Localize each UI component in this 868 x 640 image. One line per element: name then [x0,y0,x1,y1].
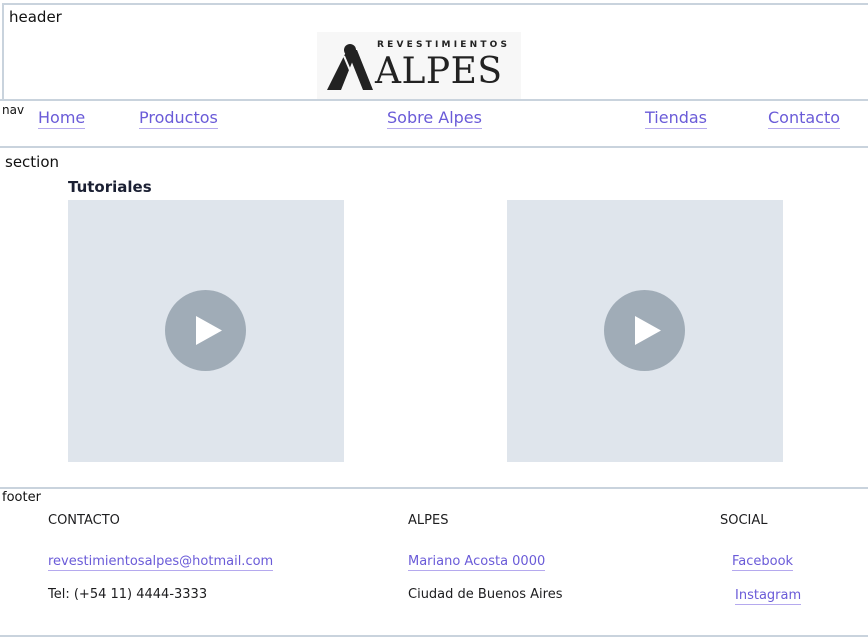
nav-link-home[interactable]: Home [38,108,86,129]
site-footer: footer CONTACTO revestimientosalpes@hotm… [0,487,868,637]
section-title: Tutoriales [68,178,152,196]
main-nav: nav Home Productos Sobre Alpes Tiendas C… [0,99,868,148]
play-button[interactable] [165,290,246,371]
mountain-logo-icon [327,44,373,90]
site-header: header REVESTIMIENTOS ALPES [2,3,868,101]
nav-link-sobre-alpes[interactable]: Sobre Alpes [387,108,482,129]
play-button[interactable] [604,290,685,371]
footer-address-link[interactable]: Mariano Acosta 0000 [408,553,546,571]
video-player-2[interactable] [507,200,783,462]
nav-link-productos[interactable]: Productos [139,108,218,129]
footer-facebook-link[interactable]: Facebook [732,553,794,571]
footer-city: Ciudad de Buenos Aires [408,587,563,602]
footer-email-link[interactable]: revestimientosalpes@hotmail.com [48,553,274,571]
nav-tag-label: nav [2,103,25,117]
nav-link-contacto[interactable]: Contacto [768,108,841,129]
section-tag-label: section [5,153,60,171]
alpes-logo[interactable]: REVESTIMIENTOS ALPES [317,32,521,100]
footer-heading-social: SOCIAL [720,513,768,528]
video-player-1[interactable] [68,200,344,462]
footer-heading-contacto: CONTACTO [48,513,120,528]
logo-subtitle: REVESTIMIENTOS [377,40,511,50]
footer-tag-label: footer [2,490,41,505]
header-tag-label: header [9,8,62,26]
play-icon [635,316,661,345]
logo-title: ALPES [375,51,503,92]
footer-phone: Tel: (+54 11) 4444-3333 [48,587,208,602]
footer-heading-alpes: ALPES [408,513,449,528]
play-icon [196,316,222,345]
footer-instagram-link[interactable]: Instagram [735,587,802,605]
nav-link-tiendas[interactable]: Tiendas [645,108,708,129]
